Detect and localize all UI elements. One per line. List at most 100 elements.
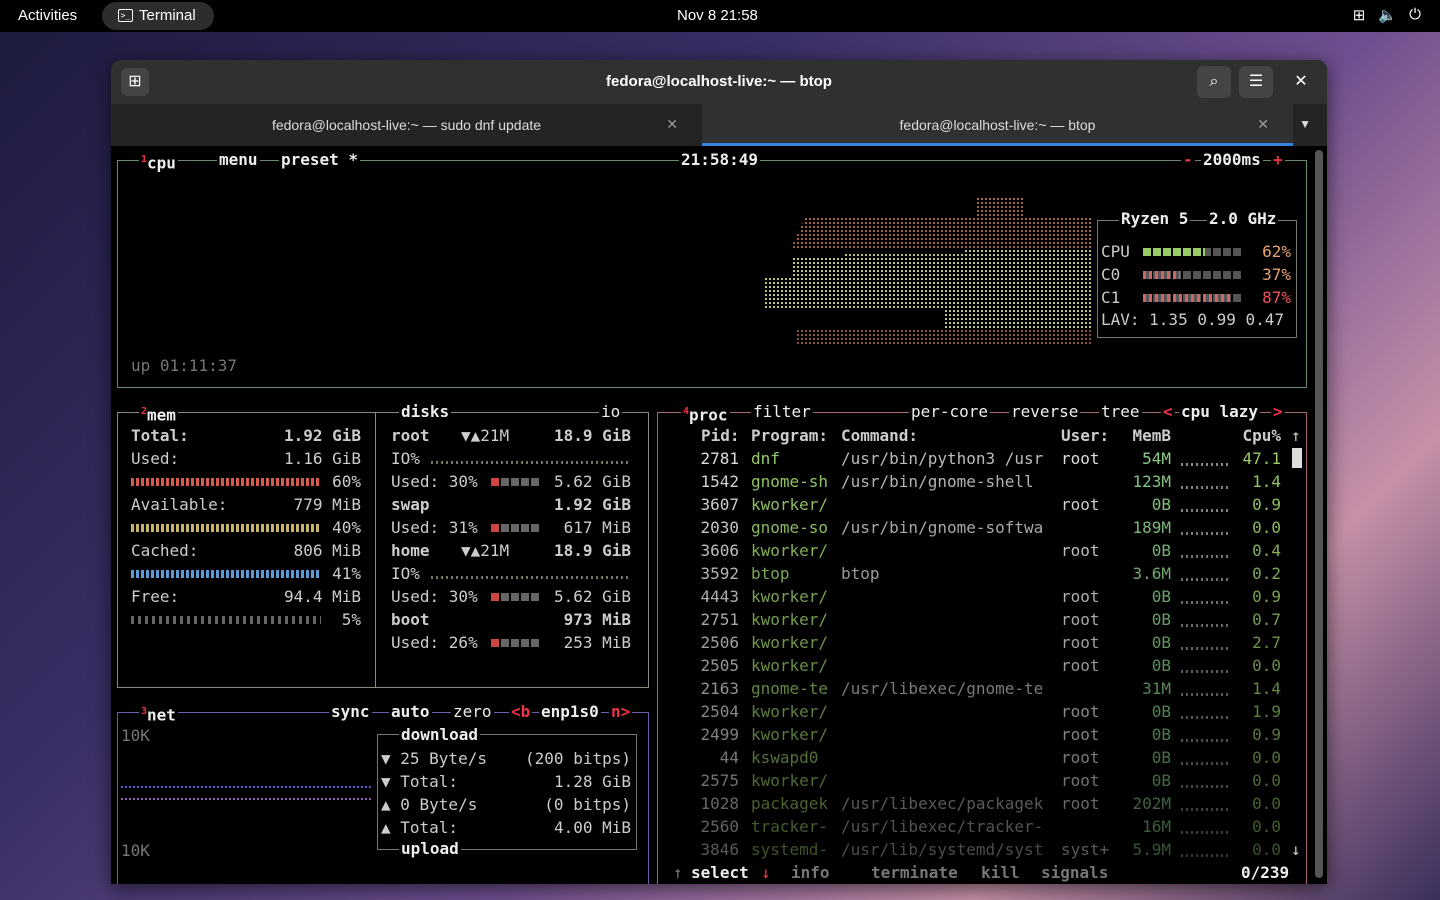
cpu-clock: 21:58:49 xyxy=(679,150,761,169)
proc-terminate-button[interactable]: terminate xyxy=(869,864,960,882)
col-user[interactable]: User: xyxy=(1061,426,1109,446)
proc-cpu-graph xyxy=(1181,509,1229,512)
proc-command: /usr/lib/systemd/syst xyxy=(841,840,1044,859)
cpu-frequency: 2.0 GHz xyxy=(1207,209,1279,228)
proc-pid: 3606 xyxy=(700,541,739,560)
uptime: up 01:11:37 xyxy=(131,356,237,375)
proc-select-button[interactable]: select xyxy=(689,864,751,882)
close-window-button[interactable]: ✕ xyxy=(1291,72,1311,92)
net-interface: enp1s0 xyxy=(539,702,601,721)
disks-title[interactable]: disks xyxy=(399,403,452,421)
mem-free-meter xyxy=(131,616,321,624)
col-mem[interactable]: MemB xyxy=(1129,426,1171,446)
proc-title[interactable]: 4proc xyxy=(681,403,730,425)
proc-sort-mode: cpu lazy xyxy=(1179,402,1261,421)
hamburger-icon: ☰ xyxy=(1248,73,1264,90)
proc-pid: 2575 xyxy=(700,771,739,790)
proc-reverse-toggle[interactable]: reverse xyxy=(1009,403,1081,421)
mem-title[interactable]: 2mem xyxy=(139,403,178,425)
proc-scroll-thumb[interactable] xyxy=(1292,448,1302,468)
proc-signals-button[interactable]: signals xyxy=(1039,864,1111,882)
tab-btop[interactable]: fedora@localhost-live:~ — btop ✕ xyxy=(702,104,1293,146)
search-icon: ⌕ xyxy=(1209,73,1219,90)
proc-cpu-graph xyxy=(1181,624,1229,627)
proc-per-core-toggle[interactable]: per-core xyxy=(909,403,991,421)
interval-decrease-button[interactable]: - xyxy=(1181,151,1195,169)
volume-icon[interactable]: 🔈 xyxy=(1378,6,1397,24)
mem-total-value: 1.92 GiB xyxy=(283,426,361,445)
net-sync-toggle[interactable]: sync xyxy=(329,703,372,721)
terminal-content[interactable]: 1cpu menu preset * 21:58:49 - 2000ms + u… xyxy=(111,146,1327,884)
disk-io-label: IO% xyxy=(391,449,420,468)
power-icon[interactable]: ⏻ xyxy=(1406,6,1424,24)
mem-used-label: Used: xyxy=(131,449,180,468)
proc-cpu-graph xyxy=(1181,808,1229,811)
disk-used-meter xyxy=(491,524,541,532)
close-icon: ✕ xyxy=(1294,73,1308,90)
footer-up-icon: ↑ xyxy=(671,863,685,882)
col-pid[interactable]: Pid: xyxy=(701,426,740,446)
col-cpu[interactable]: Cpu% xyxy=(1235,426,1281,446)
disk-used-value: 5.62 GiB xyxy=(553,587,631,606)
proc-mem: 0B xyxy=(1151,748,1171,767)
mem-free-value: 94.4 MiB xyxy=(283,587,361,606)
proc-cpu-graph xyxy=(1181,670,1229,673)
net-title[interactable]: 3net xyxy=(139,703,178,725)
proc-filter-button[interactable]: filter xyxy=(751,403,813,421)
app-menu-terminal[interactable]: >_ Terminal xyxy=(102,2,214,30)
net-next-interface-button[interactable]: n> xyxy=(609,703,633,721)
interval-increase-button[interactable]: + xyxy=(1271,151,1285,169)
disk-io-rate: ▼▲21M xyxy=(461,541,510,560)
mem-cached-percent: 41% xyxy=(332,564,361,583)
scroll-down-arrow-icon[interactable]: ↓ xyxy=(1291,840,1301,860)
proc-kill-button[interactable]: kill xyxy=(979,864,1022,882)
mem-used-value: 1.16 GiB xyxy=(283,449,361,468)
proc-mem: 0B xyxy=(1151,656,1171,675)
tab-dnf-update[interactable]: fedora@localhost-live:~ — sudo dnf updat… xyxy=(111,104,702,146)
proc-mem: 0B xyxy=(1151,702,1171,721)
proc-sort-next-button[interactable]: > xyxy=(1271,403,1285,421)
proc-user: root xyxy=(1061,541,1100,560)
net-zero-toggle[interactable]: zero xyxy=(451,703,494,721)
cpu-preset-toggle[interactable]: preset * xyxy=(279,151,361,169)
proc-cpu-graph xyxy=(1181,716,1229,719)
proc-pid: 3846 xyxy=(700,840,739,859)
proc-cpu-graph xyxy=(1181,578,1229,581)
proc-program: kswapd0 xyxy=(751,748,819,767)
proc-pid: 2504 xyxy=(700,702,739,721)
search-button[interactable]: ⌕ xyxy=(1197,66,1231,98)
net-auto-toggle[interactable]: auto xyxy=(389,703,432,721)
proc-cpu-graph xyxy=(1181,601,1229,604)
col-command[interactable]: Command: xyxy=(841,426,918,446)
net-prev-interface-button[interactable]: <b xyxy=(509,703,533,721)
scroll-up-arrow-icon[interactable]: ↑ xyxy=(1291,426,1301,446)
proc-program: gnome-so xyxy=(751,518,829,537)
cpu-menu-toggle[interactable]: menu xyxy=(217,151,260,169)
disk-name: home xyxy=(391,541,430,560)
proc-cpu: 1.4 xyxy=(1252,472,1281,491)
proc-program: systemd- xyxy=(751,840,829,859)
tab-close-icon[interactable]: ✕ xyxy=(666,116,678,133)
tab-close-icon[interactable]: ✕ xyxy=(1257,116,1269,133)
menu-button[interactable]: ☰ xyxy=(1239,66,1273,98)
proc-mem: 0B xyxy=(1151,610,1171,629)
tab-label: fedora@localhost-live:~ — sudo dnf updat… xyxy=(271,117,542,133)
activities-button[interactable]: Activities xyxy=(18,7,77,24)
proc-cpu-graph xyxy=(1181,762,1229,765)
proc-info-button[interactable]: info xyxy=(789,864,832,882)
proc-cpu-graph xyxy=(1181,785,1229,788)
clock[interactable]: Nov 8 21:58 xyxy=(677,7,758,24)
proc-sort-prev-button[interactable]: < xyxy=(1161,403,1175,421)
network-icon[interactable]: ⊞ xyxy=(1350,6,1368,24)
disks-io-toggle[interactable]: io xyxy=(599,403,623,421)
proc-tree-toggle[interactable]: tree xyxy=(1099,403,1142,421)
col-program[interactable]: Program: xyxy=(751,426,828,446)
proc-pid: 2751 xyxy=(700,610,739,629)
cpu-title[interactable]: 1cpu xyxy=(139,151,178,173)
system-status-area[interactable]: ⊞ 🔈 ⏻ xyxy=(1350,6,1424,24)
proc-user: root xyxy=(1061,495,1100,514)
mem-available-percent: 40% xyxy=(332,518,361,537)
proc-pid: 44 xyxy=(719,748,739,767)
tab-list-chevron-down-icon[interactable]: ▼ xyxy=(1299,117,1311,131)
proc-cpu-graph xyxy=(1181,532,1229,535)
